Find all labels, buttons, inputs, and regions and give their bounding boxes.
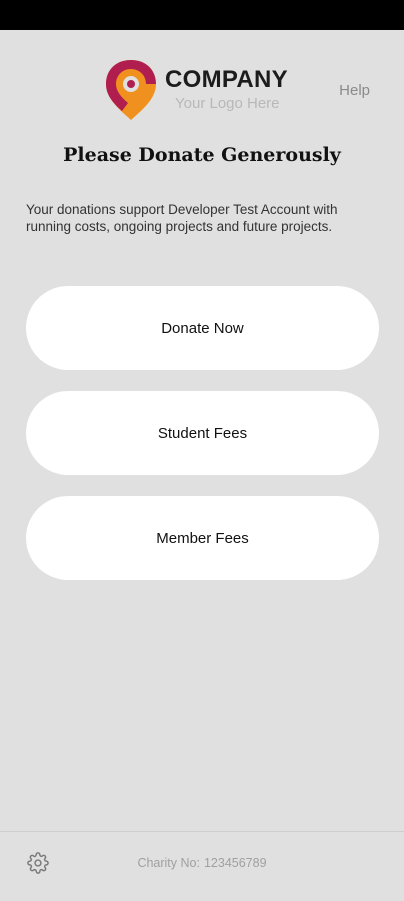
donate-now-button[interactable]: Donate Now	[26, 286, 379, 370]
header: COMPANY Your Logo Here Help	[0, 30, 404, 140]
footer: Charity No: 123456789	[0, 831, 404, 901]
student-fees-button[interactable]: Student Fees	[26, 391, 379, 475]
charity-number-value: 123456789	[203, 856, 267, 870]
location-pin-logo-icon	[106, 60, 156, 120]
member-fees-button[interactable]: Member Fees	[26, 496, 379, 580]
help-link[interactable]: Help	[339, 82, 370, 99]
logo-company-name: COMPANY	[165, 66, 288, 93]
charity-number-label: Charity No:	[137, 856, 200, 870]
company-logo: COMPANY Your Logo Here	[103, 58, 303, 122]
logo-tagline: Your Logo Here	[175, 95, 280, 112]
intro-text: Your donations support Developer Test Ac…	[26, 202, 338, 234]
status-bar	[0, 0, 404, 30]
page-title: Please Donate Generously	[63, 144, 341, 166]
charity-number: Charity No: 123456789	[0, 856, 404, 870]
